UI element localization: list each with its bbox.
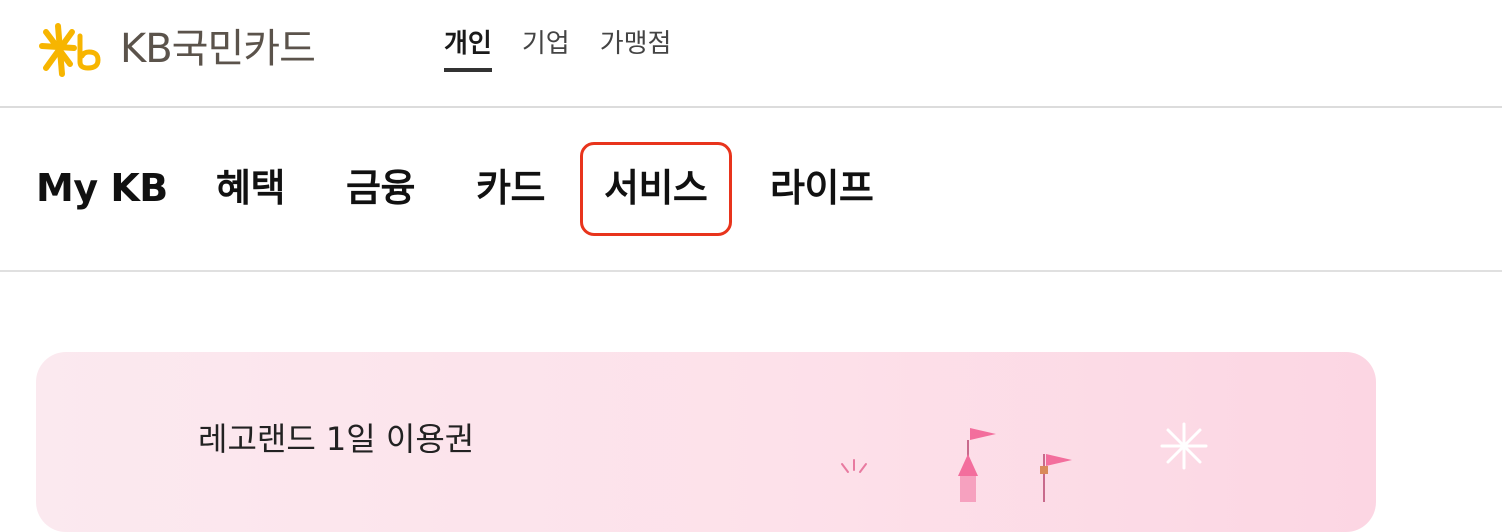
firework-small-icon (841, 459, 867, 473)
promo-banner[interactable]: 레고랜드 1일 이용권 (36, 352, 1376, 532)
tab-merchant[interactable]: 가맹점 (600, 22, 672, 72)
castle-icon (958, 428, 1072, 502)
segment-tabs: 개인 기업 가맹점 (444, 22, 701, 72)
tab-corporate[interactable]: 기업 (522, 22, 570, 72)
top-header: KB국민카드 개인 기업 가맹점 (0, 0, 1502, 108)
gnb-item-life[interactable]: 라이프 (770, 158, 874, 218)
global-navigation: My KB 혜택 금융 카드 서비스 라이프 (0, 108, 1502, 272)
gnb-item-service[interactable]: 서비스 (604, 158, 708, 218)
castle-fireworks-illustration (841, 422, 1208, 502)
kb-logo[interactable]: KB국민카드 (34, 18, 316, 80)
gnb-item-benefits[interactable]: 혜택 (216, 158, 285, 218)
kb-star-logo-icon (39, 23, 101, 77)
firework-large-icon (1160, 422, 1208, 470)
gnb-item-finance[interactable]: 금융 (346, 158, 415, 218)
banner-title: 레고랜드 1일 이용권 (198, 420, 475, 458)
gnb-item-card[interactable]: 카드 (476, 158, 545, 218)
brand-name: KB국민카드 (120, 26, 316, 72)
tab-personal[interactable]: 개인 (444, 22, 492, 72)
gnb-item-my-kb[interactable]: My KB (36, 158, 168, 218)
